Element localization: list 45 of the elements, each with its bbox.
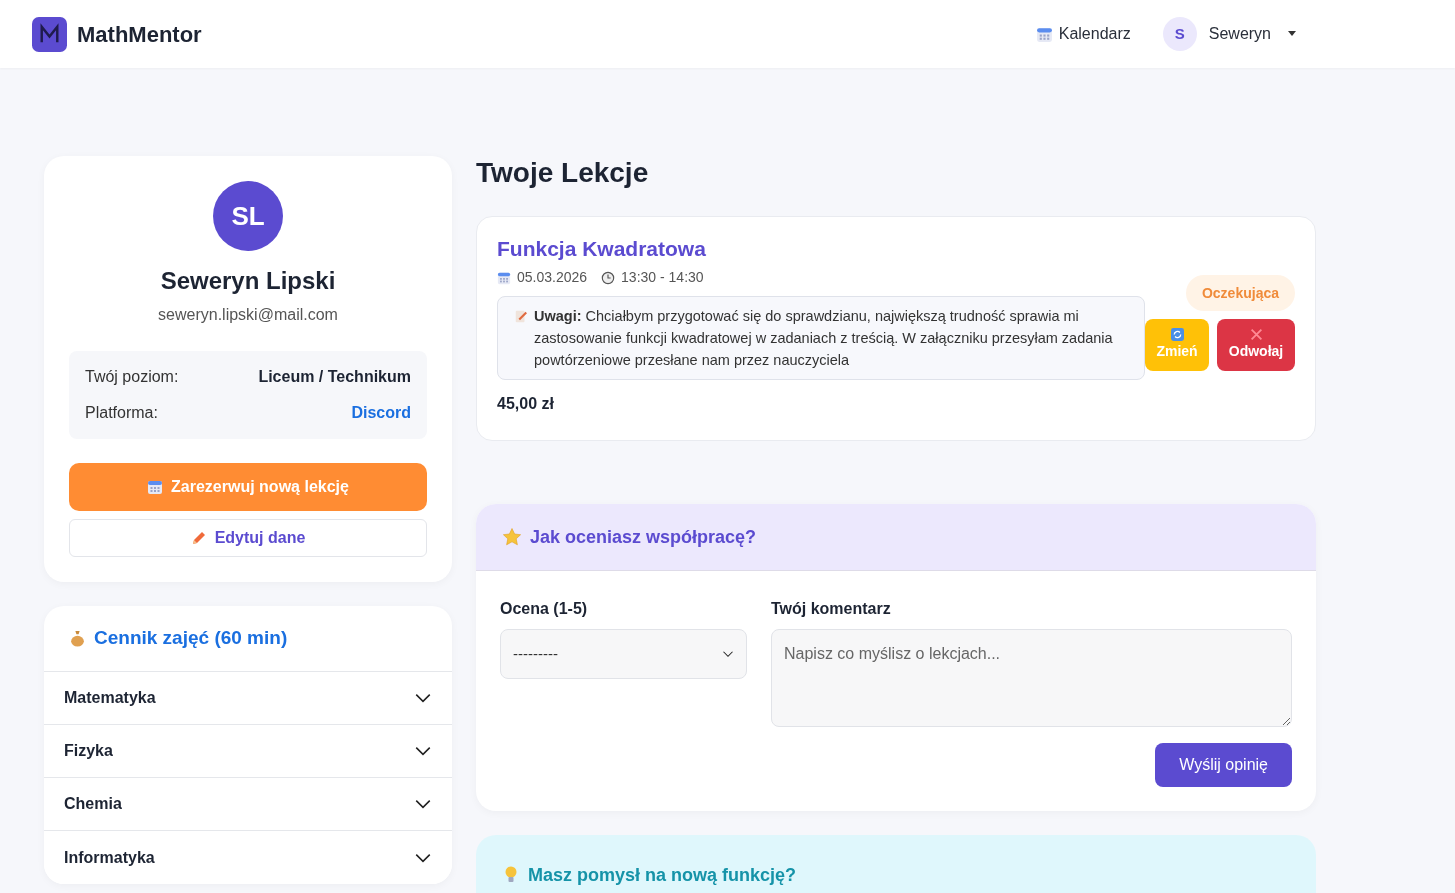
platform-link[interactable]: Discord: [351, 401, 411, 425]
comment-field[interactable]: Napisz co myślisz o lekcjach...: [771, 629, 1292, 727]
lesson-time: 13:30 - 14:30: [621, 268, 704, 287]
logo-icon: [32, 16, 67, 52]
accordion-item[interactable]: Chemia: [44, 778, 452, 831]
accordion-item[interactable]: Matematyka: [44, 672, 452, 725]
profile-name: Seweryn Lipski: [160, 266, 336, 296]
profile-avatar: SL: [213, 181, 283, 251]
clock-icon: [601, 270, 616, 285]
detail-value: Liceum / Technikum: [258, 367, 411, 387]
user-avatar: S: [1162, 17, 1197, 51]
score-label: Ocena (1-5): [500, 599, 589, 619]
calendar-icon: [147, 479, 164, 495]
calendar-icon: [497, 270, 511, 285]
detail-label: Twój poziom:: [85, 367, 179, 387]
money-bag-icon: [69, 630, 86, 647]
detail-label: Platforma:: [85, 403, 158, 423]
lesson-date: 05.03.2026: [517, 268, 588, 287]
submit-button[interactable]: Wyślij opinię: [1155, 743, 1292, 787]
accordion-item[interactable]: Informatyka: [44, 831, 452, 884]
lesson-notes: Uwagi: Chciałbym przygotować się do sprawdzianu, największą trudność sprawia mi zastosowanie funkcji kwadratowej w zadaniach z treścią. W załączniku przesyłam zadania powtórzeniowe przesłane nam przez nauczyciela: [534, 307, 1114, 370]
lesson-title: Funkcja Kwadratowa: [497, 237, 707, 261]
brand-name[interactable]: MathMentor: [77, 17, 202, 51]
caret-icon: [1287, 31, 1297, 37]
rating-title: Jak oceniasz współpracę?: [530, 525, 757, 549]
edit-profile-button[interactable]: Edytuj dane: [69, 519, 427, 557]
pricing-title: Cennik zajęć (60 min): [94, 626, 288, 651]
score-select[interactable]: ---------: [500, 629, 747, 679]
profile-email: seweryn.lipski@mail.com: [158, 305, 338, 325]
accordion-item[interactable]: Fizyka: [44, 725, 452, 778]
comment-label: Twój komentarz: [771, 599, 892, 619]
close-icon: [1249, 328, 1263, 341]
calendar-link[interactable]: Kalendarz: [1035, 22, 1131, 46]
user-menu[interactable]: S Seweryn: [1162, 17, 1297, 51]
user-name: Seweryn: [1208, 24, 1271, 44]
pencil-icon: [190, 530, 207, 546]
calendar-icon: [1035, 25, 1053, 43]
refresh-icon: [1170, 328, 1184, 341]
star-icon: [502, 527, 522, 547]
lesson-price: 45,00 zł: [497, 394, 555, 414]
lessons-heading: Twoje Lekcje: [476, 156, 650, 190]
status-badge: Oczekująca: [1185, 275, 1295, 311]
idea-title: Masz pomysł na nową funkcję?: [528, 863, 797, 887]
memo-icon: [514, 309, 528, 323]
cancel-button[interactable]: Odwołaj: [1217, 319, 1295, 371]
